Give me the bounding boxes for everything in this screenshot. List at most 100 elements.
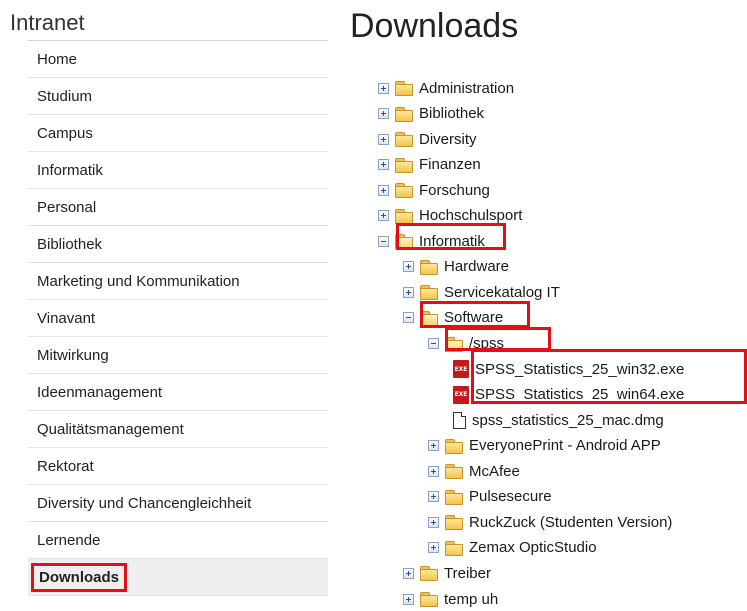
tree-node-label[interactable]: Hardware <box>444 258 509 275</box>
expand-icon[interactable] <box>403 593 414 605</box>
tree-node-label[interactable]: Administration <box>419 80 514 97</box>
tree-node-label[interactable]: Diversity <box>419 131 477 148</box>
tree-node[interactable]: EXE SPSS_Statistics_25_win64.exe <box>453 383 684 407</box>
expand-icon[interactable] <box>378 210 389 222</box>
tree-node-label[interactable]: Finanzen <box>419 156 481 173</box>
tree-node[interactable]: Bibliothek <box>378 102 484 126</box>
sidebar-item-label: Rektorat <box>37 458 94 475</box>
tree-node[interactable]: Forschung <box>378 178 490 202</box>
tree-node[interactable]: spss_statistics_25_mac.dmg <box>453 408 664 432</box>
tree-node[interactable]: /spss <box>428 332 504 356</box>
tree-node-label[interactable]: Servicekatalog IT <box>444 284 560 301</box>
expand-icon[interactable] <box>428 542 439 554</box>
tree-node[interactable]: Hardware <box>403 255 509 279</box>
exe-file-icon: EXE <box>453 385 469 404</box>
tree-node[interactable]: Pulsesecure <box>428 485 552 509</box>
sidebar-item-rektorat[interactable]: Rektorat <box>28 448 328 485</box>
expand-icon[interactable] <box>428 491 439 503</box>
tree-node-label[interactable]: SPSS_Statistics_25_win64.exe <box>475 386 684 403</box>
sidebar-item-informatik[interactable]: Informatik <box>28 152 328 189</box>
collapse-icon[interactable] <box>428 338 439 349</box>
tree-node[interactable]: temp uh <box>403 587 498 611</box>
tree-node[interactable]: EXE SPSS_Statistics_25_win32.exe <box>453 357 684 381</box>
expand-icon[interactable] <box>378 159 389 171</box>
expand-icon[interactable] <box>378 108 389 120</box>
open-folder-icon <box>445 336 463 352</box>
page-title: Downloads <box>350 7 519 45</box>
collapse-icon[interactable] <box>378 235 389 247</box>
tree-node[interactable]: Servicekatalog IT <box>403 280 560 304</box>
tree-node[interactable]: Informatik <box>378 229 485 253</box>
expand-icon[interactable] <box>403 286 414 298</box>
tree-node-label[interactable]: McAfee <box>469 463 520 480</box>
expand-icon[interactable] <box>428 516 439 528</box>
collapse-icon[interactable] <box>403 312 414 324</box>
sidebar-item-downloads[interactable]: Downloads <box>28 559 328 596</box>
tree-node-label[interactable]: Treiber <box>444 565 491 582</box>
sidebar-item-personal[interactable]: Personal <box>28 189 328 226</box>
folder-icon <box>395 208 413 224</box>
sidebar-item-label: Qualitätsmanagement <box>37 421 184 438</box>
folder-icon <box>420 285 438 301</box>
folder-icon <box>395 157 413 173</box>
expand-icon[interactable] <box>378 133 389 145</box>
sidebar-item-campus[interactable]: Campus <box>28 115 328 152</box>
sidebar-item-home[interactable]: Home <box>28 41 328 78</box>
open-folder-icon <box>420 310 438 326</box>
sidebar-item-mitwirkung[interactable]: Mitwirkung <box>28 337 328 374</box>
tree-node-label[interactable]: Hochschulsport <box>419 207 522 224</box>
tree-node[interactable]: RuckZuck (Studenten Version) <box>428 510 672 534</box>
tree-node[interactable]: Hochschulsport <box>378 204 522 228</box>
tree-node-label[interactable]: EveryonePrint - Android APP <box>469 437 661 454</box>
folder-icon <box>420 259 438 275</box>
sidebar-item-ideenmanagement[interactable]: Ideenmanagement <box>28 374 328 411</box>
tree-node[interactable]: McAfee <box>428 459 520 483</box>
file-icon <box>453 411 466 429</box>
expand-icon[interactable] <box>428 465 439 477</box>
open-folder-icon <box>395 234 413 250</box>
tree-node[interactable]: EveryonePrint - Android APP <box>428 434 661 458</box>
folder-icon <box>395 81 413 96</box>
folder-icon <box>395 106 413 122</box>
tree-node-label[interactable]: spss_statistics_25_mac.dmg <box>472 412 664 429</box>
tree-node[interactable]: Diversity <box>378 127 477 151</box>
sidebar-item-marketing-und-kommunikation[interactable]: Marketing und Kommunikation <box>28 263 328 300</box>
tree-node-label[interactable]: SPSS_Statistics_25_win32.exe <box>475 361 684 378</box>
folder-icon <box>445 464 463 480</box>
tree-node-label[interactable]: Software <box>444 309 503 326</box>
tree-node-label[interactable]: temp uh <box>444 591 498 608</box>
tree-node[interactable]: Administration <box>378 76 514 100</box>
sidebar-item-qualitätsmanagement[interactable]: Qualitätsmanagement <box>28 411 328 448</box>
expand-icon[interactable] <box>403 567 414 579</box>
sidebar-item-bibliothek[interactable]: Bibliothek <box>28 226 328 263</box>
tree-node-label[interactable]: Zemax OpticStudio <box>469 539 597 556</box>
tree-node-label[interactable]: Pulsesecure <box>469 488 552 505</box>
sidebar-item-label: Home <box>37 51 78 68</box>
expand-icon[interactable] <box>378 184 389 196</box>
sidebar-item-label: Diversity und Chancengleichheit <box>37 495 252 512</box>
tree-node[interactable]: Zemax OpticStudio <box>428 536 597 560</box>
sidebar: Intranet Home Studium Campus Informatik Pers… <box>10 0 328 596</box>
sidebar-item-studium[interactable]: Studium <box>28 78 328 115</box>
expand-icon[interactable] <box>378 82 389 94</box>
folder-icon <box>445 540 463 556</box>
tree-node-label[interactable]: Forschung <box>419 182 490 199</box>
folder-icon <box>445 489 463 505</box>
sidebar-item-label: Ideenmanagement <box>37 384 163 401</box>
sidebar-item-diversity-und-chancengleichheit[interactable]: Diversity und Chancengleichheit <box>28 485 328 522</box>
expand-icon[interactable] <box>428 440 439 452</box>
tree-node[interactable]: Finanzen <box>378 153 481 177</box>
tree-node[interactable]: Treiber <box>403 561 491 585</box>
sidebar-item-lernende[interactable]: Lernende <box>28 522 328 559</box>
sidebar-title: Intranet <box>10 10 85 35</box>
tree-node-label[interactable]: /spss <box>469 335 504 352</box>
tree-node[interactable]: Software <box>403 306 503 330</box>
sidebar-item-vinavant[interactable]: Vinavant <box>28 300 328 337</box>
sidebar-item-label: Campus <box>37 125 93 142</box>
tree-node-label[interactable]: RuckZuck (Studenten Version) <box>469 514 672 531</box>
folder-icon <box>420 592 438 607</box>
tree-node-label[interactable]: Informatik <box>419 233 485 250</box>
sidebar-item-label: Vinavant <box>37 310 96 327</box>
expand-icon[interactable] <box>403 261 414 273</box>
tree-node-label[interactable]: Bibliothek <box>419 105 484 122</box>
